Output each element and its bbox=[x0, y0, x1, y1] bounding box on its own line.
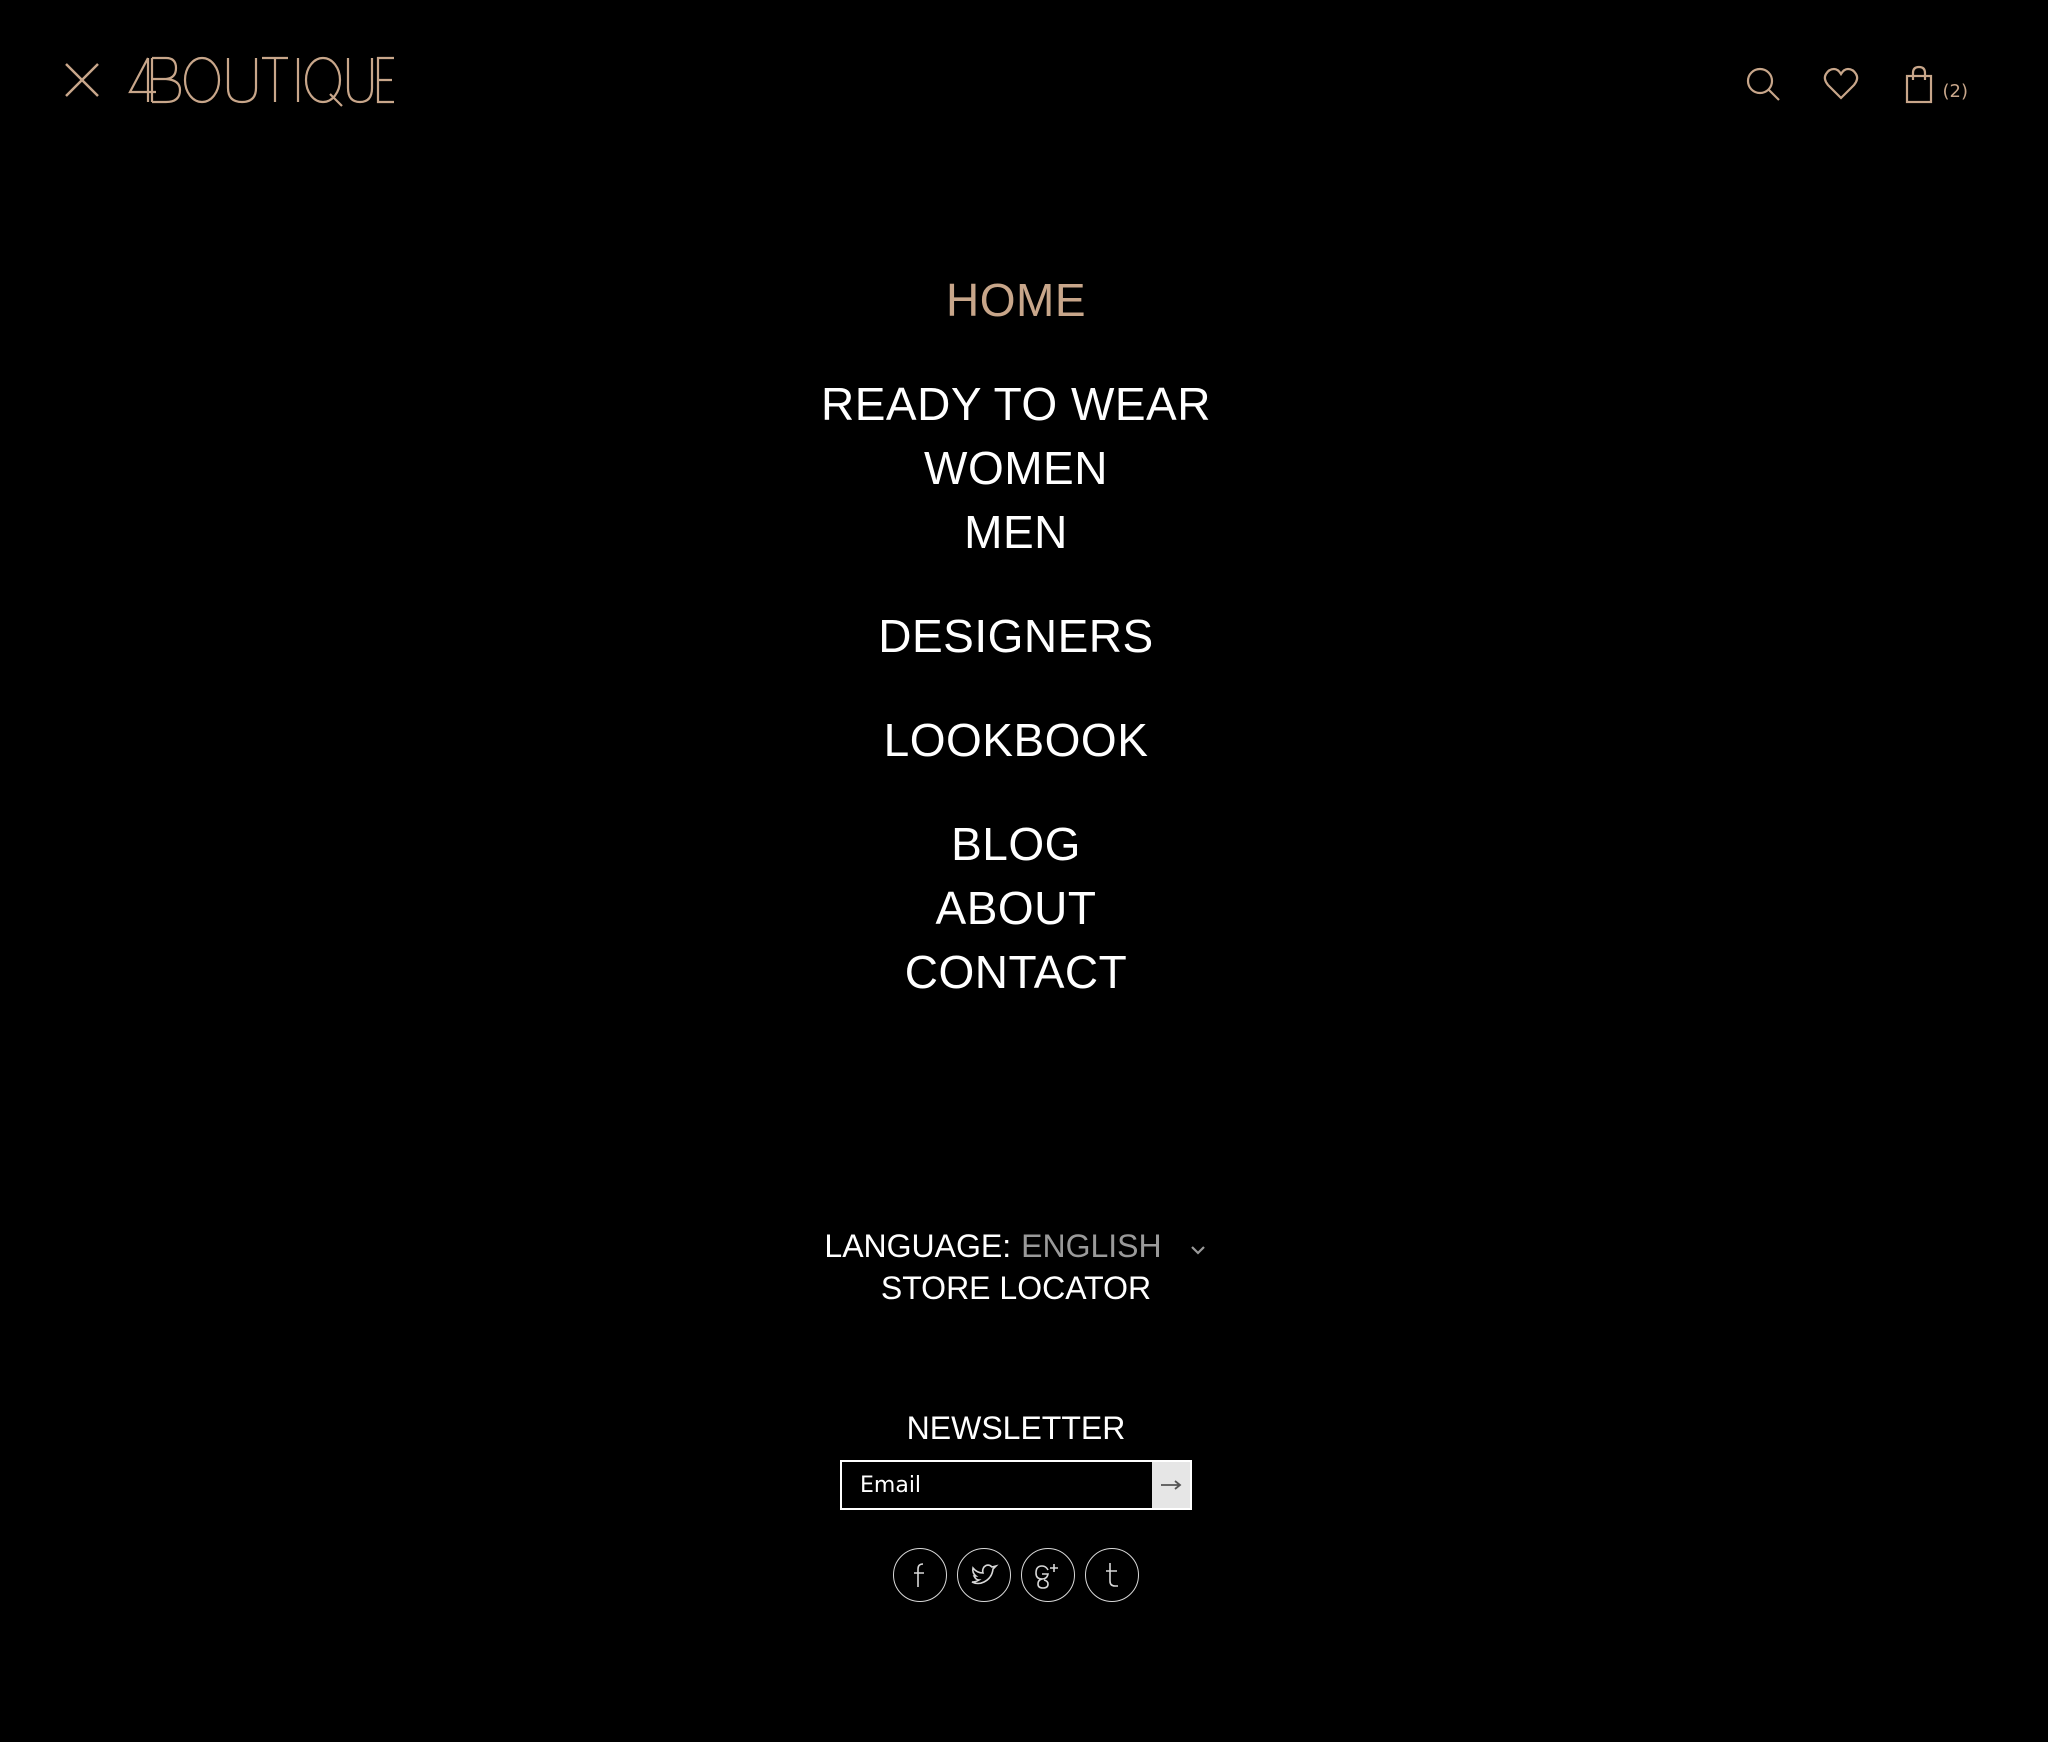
newsletter-section: NEWSLETTER bbox=[0, 1406, 2032, 1510]
cart-button[interactable]: (2) bbox=[1899, 64, 1969, 104]
menu-item-men[interactable]: MEN bbox=[0, 500, 2032, 564]
language-value: ENGLISH bbox=[1021, 1228, 1162, 1264]
menu-group-designers: DESIGNERS bbox=[0, 604, 2032, 668]
shopping-bag-icon bbox=[1899, 64, 1939, 104]
language-selector[interactable]: LANGUAGE: ENGLISH bbox=[824, 1224, 1207, 1268]
menu-item-ready-to-wear[interactable]: READY TO WEAR bbox=[0, 372, 2032, 436]
newsletter-form bbox=[840, 1460, 1192, 1510]
menu-group-lookbook: LOOKBOOK bbox=[0, 708, 2032, 772]
brand-logo[interactable] bbox=[128, 52, 396, 108]
menu-item-home[interactable]: HOME bbox=[0, 268, 2032, 332]
cart-count: (2) bbox=[1942, 81, 1969, 102]
language-label: LANGUAGE: bbox=[824, 1228, 1012, 1264]
menu-group-ready-to-wear: READY TO WEAR WOMEN MEN bbox=[0, 372, 2032, 564]
header-actions: (2) bbox=[1705, 62, 1969, 106]
store-locator-link[interactable]: STORE LOCATOR bbox=[0, 1266, 2032, 1310]
menu-item-blog[interactable]: BLOG bbox=[0, 812, 2032, 876]
twitter-icon[interactable] bbox=[957, 1548, 1011, 1602]
email-field[interactable] bbox=[842, 1462, 1152, 1508]
tumblr-icon[interactable] bbox=[1085, 1548, 1139, 1602]
menu-item-designers[interactable]: DESIGNERS bbox=[0, 604, 2032, 668]
heart-icon[interactable] bbox=[1821, 64, 1861, 104]
facebook-icon[interactable] bbox=[893, 1548, 947, 1602]
menu-item-women[interactable]: WOMEN bbox=[0, 436, 2032, 500]
close-icon[interactable] bbox=[60, 58, 104, 102]
menu-item-contact[interactable]: CONTACT bbox=[0, 940, 2032, 1004]
newsletter-title: NEWSLETTER bbox=[906, 1410, 1126, 1446]
menu-group-info: BLOG ABOUT CONTACT bbox=[0, 812, 2032, 1004]
newsletter-submit-button[interactable] bbox=[1152, 1462, 1190, 1508]
main-menu: HOME READY TO WEAR WOMEN MEN DESIGNERS L… bbox=[0, 268, 2032, 1044]
utility-links: LANGUAGE: ENGLISH STORE LOCATOR bbox=[0, 1224, 2032, 1310]
menu-group-home: HOME bbox=[0, 268, 2032, 332]
google-plus-icon[interactable] bbox=[1021, 1548, 1075, 1602]
chevron-down-icon bbox=[1190, 1246, 1205, 1255]
menu-item-lookbook[interactable]: LOOKBOOK bbox=[0, 708, 2032, 772]
social-links bbox=[0, 1548, 2032, 1602]
arrow-right-icon bbox=[1161, 1480, 1182, 1490]
mobile-menu-overlay: (2) HOME READY TO WEAR WOMEN MEN DESIGNE… bbox=[0, 0, 2048, 1742]
search-icon[interactable] bbox=[1743, 64, 1783, 104]
menu-item-about[interactable]: ABOUT bbox=[0, 876, 2032, 940]
